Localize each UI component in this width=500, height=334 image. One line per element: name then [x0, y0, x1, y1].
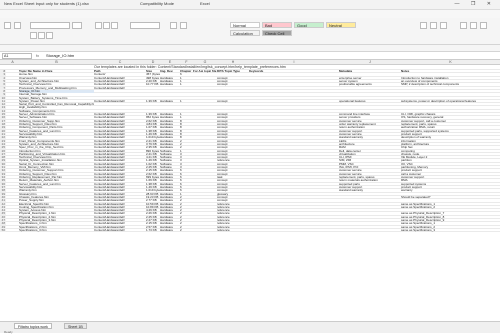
cell-style-bad[interactable]: Bad [262, 22, 292, 28]
cell-style-neutral[interactable]: Neutral [326, 22, 356, 28]
column-header-i[interactable]: I [249, 60, 339, 64]
underline-icon[interactable] [46, 32, 53, 39]
quick-access-toolbar: Save AsPrintUndoRedoAccent BoldCell Styl… [0, 45, 500, 60]
align-left-icon[interactable] [95, 22, 102, 29]
column-header-j[interactable]: J [339, 60, 401, 64]
formula-input[interactable]: Storage_IO.htm [46, 53, 74, 59]
column-header-k[interactable]: K [401, 60, 500, 64]
column-header-e[interactable]: E [160, 60, 180, 64]
sheet-tab[interactable]: Filtatro topics work [14, 323, 52, 329]
status-text: Ready [4, 330, 13, 334]
cell[interactable]: Hardware [160, 229, 180, 232]
column-header-b[interactable]: B [19, 60, 94, 64]
menu-bar: FileHomeInsertPage LayoutFormulasDataRev… [0, 10, 500, 24]
column-header-h[interactable]: H [217, 60, 249, 64]
name-box[interactable]: A1 [2, 53, 32, 59]
column-header-c[interactable]: C [94, 60, 146, 64]
format-table-icon[interactable] [180, 22, 187, 29]
insert-cells-icon[interactable] [420, 22, 427, 29]
autosum-icon[interactable] [460, 22, 467, 29]
clipboard-icon[interactable] [14, 22, 21, 29]
paste-icon[interactable] [4, 22, 11, 29]
compat-mode-label: Compatibility Mode [140, 1, 175, 6]
ribbon: Normal Bad Good Neutral Calculation Check Cel… [0, 18, 500, 45]
fx-icon[interactable]: fx [36, 53, 39, 58]
conditional-format-icon[interactable] [170, 22, 177, 29]
window-controls[interactable]: — ❐ ✕ [455, 1, 496, 7]
row-number[interactable]: 50 [0, 229, 6, 232]
table-row[interactable]: 50 Specifications_3.htm Content/Hardware/d… [0, 229, 500, 233]
align-center-icon[interactable] [103, 22, 110, 29]
status-bar: Ready Filtatro topics work Sheet 1B [0, 321, 500, 334]
delete-cells-icon[interactable] [430, 22, 437, 29]
find-select-icon[interactable] [480, 22, 487, 29]
title-bar: New Excel Sheet Input only for students … [0, 0, 500, 10]
window-title: New Excel Sheet Input only for students … [4, 1, 89, 6]
cell-style-calculation[interactable]: Calculation [230, 30, 260, 36]
formula-bar: A1 fx Storage_IO.htm [0, 52, 500, 60]
column-header-g[interactable]: G [193, 60, 217, 64]
italic-icon[interactable] [38, 32, 45, 39]
cell[interactable]: 1.73 KB [146, 229, 160, 232]
sort-filter-icon[interactable] [470, 22, 477, 29]
cell[interactable]: Content/Hardware/dell/ [94, 229, 146, 232]
cell[interactable]: 2 [180, 229, 193, 232]
bold-icon[interactable] [30, 32, 37, 39]
sheet-grid[interactable]: 2 Topic file Name in Flare Path Size Img. De… [0, 65, 500, 321]
column-header-f[interactable]: F [180, 60, 193, 64]
number-format-select[interactable] [130, 22, 160, 29]
cell-style-good[interactable]: Good [294, 22, 324, 28]
cell-style-check-cell[interactable]: Check Cell [262, 30, 292, 36]
align-right-icon[interactable] [111, 22, 118, 29]
app-name: Excel [200, 1, 210, 6]
cell-style-normal[interactable]: Normal [230, 22, 260, 28]
column-header-a[interactable]: A [6, 60, 19, 64]
format-cells-icon[interactable] [440, 22, 447, 29]
sheet-tab[interactable]: Sheet 1B [64, 323, 87, 329]
column-header-d[interactable]: D [146, 60, 160, 64]
font-size-select[interactable] [72, 22, 82, 29]
cell[interactable]: reference [217, 229, 249, 232]
template-banner: Our templates are located in this folder… [94, 65, 286, 69]
cell[interactable]: same as Specifications_3 [401, 229, 500, 232]
cell[interactable]: Specifications_3.htm [19, 229, 94, 232]
font-family-select[interactable] [30, 22, 70, 29]
